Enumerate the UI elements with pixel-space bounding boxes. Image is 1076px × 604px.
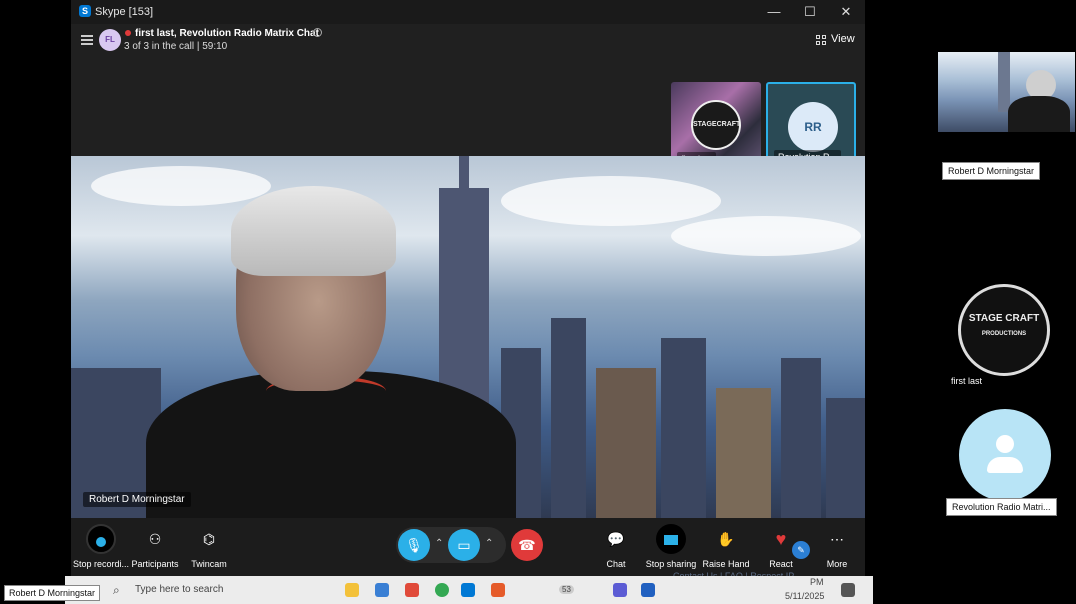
app-icon[interactable] — [345, 583, 359, 597]
stop-sharing-label: Stop sharing — [645, 559, 697, 569]
building — [661, 338, 706, 518]
participant-name-tag: Revolution Radio Matri... — [946, 498, 1057, 516]
hang-up-button[interactable]: ☎ — [511, 529, 543, 561]
notification-icon[interactable] — [841, 583, 855, 597]
twincam-button[interactable]: ⌬ Twincam — [179, 524, 239, 569]
close-button[interactable]: ✕ — [837, 3, 855, 21]
skype-logo-icon: S — [79, 5, 91, 17]
building — [781, 358, 821, 518]
raise-hand-button[interactable]: ✋ Raise Hand — [696, 524, 756, 569]
clock-time: PM — [810, 577, 824, 587]
stagecraft-logo: STAGECRAFT — [691, 100, 741, 150]
logo-subtext: PRODUCTIONS — [981, 331, 1027, 337]
stop-sharing-button[interactable]: Stop sharing — [641, 524, 701, 569]
cloud — [671, 216, 861, 256]
chrome-icon[interactable] — [435, 583, 449, 597]
app-icon[interactable] — [491, 583, 505, 597]
avatar[interactable]: FL — [99, 29, 121, 51]
building — [826, 398, 865, 518]
cloud — [501, 176, 721, 226]
app-icon[interactable] — [641, 583, 655, 597]
call-header: FL first last, Revolution Radio Matrix C… — [71, 24, 865, 172]
record-icon — [86, 524, 116, 554]
badge-count: 53 — [559, 585, 574, 594]
participant-video-robert — [938, 52, 1075, 132]
participants-icon: ⚇ — [148, 531, 162, 547]
building — [596, 368, 656, 518]
avatar: RR — [788, 102, 838, 152]
grid-view-icon[interactable] — [816, 35, 826, 45]
more-label: More — [826, 559, 848, 569]
app-icon[interactable] — [613, 583, 627, 597]
chat-label: Chat — [606, 559, 626, 569]
twincam-icon: ⌬ — [202, 531, 216, 547]
participants-button[interactable]: ⚇ Participants — [125, 524, 185, 569]
skype-taskbar-icon[interactable] — [461, 583, 475, 597]
participant-label-first-last: first last — [951, 376, 983, 386]
more-icon: ⋯ — [830, 531, 844, 547]
clock-date: 5/11/2025 — [785, 591, 825, 601]
taskbar: ⌕ Type here to search 53 PM 5/11/2025 — [65, 576, 873, 604]
title-bar: S Skype [153] — ☐ ✕ — [71, 0, 865, 24]
participants-label: Participants — [131, 559, 179, 569]
view-button[interactable]: View — [831, 33, 855, 45]
chat-button[interactable]: 💬 Chat — [586, 524, 646, 569]
minimize-button[interactable]: — — [765, 3, 783, 21]
microphone-button[interactable]: 🎙 — [398, 529, 430, 561]
cloud — [91, 166, 271, 206]
default-avatar-icon — [959, 409, 1051, 501]
maximize-button[interactable]: ☐ — [801, 3, 819, 21]
more-button[interactable]: ⋯ More — [807, 524, 867, 569]
building — [998, 52, 1010, 112]
call-status: 3 of 3 in the call | 59:10 — [124, 41, 228, 52]
search-icon[interactable]: ⌕ — [113, 583, 120, 598]
app-icon[interactable] — [375, 583, 389, 597]
search-input[interactable]: Type here to search — [135, 584, 223, 595]
person-body — [1008, 96, 1070, 132]
call-title[interactable]: first last, Revolution Radio Matrix Chat — [135, 28, 319, 39]
react-label: React — [769, 559, 793, 569]
settings-icon[interactable] — [313, 28, 322, 37]
raise-hand-label: Raise Hand — [702, 559, 750, 569]
app-icon[interactable] — [405, 583, 419, 597]
call-controls: Stop recordi... ⚇ Participants ⌬ Twincam… — [71, 518, 865, 576]
recording-indicator-icon — [125, 30, 131, 36]
chat-icon: 💬 — [607, 531, 625, 547]
main-video: Robert D Morningstar — [71, 156, 865, 518]
self-name-tag: Robert D Morningstar — [4, 585, 101, 601]
building — [716, 388, 771, 518]
screen-share-icon — [656, 524, 686, 554]
twincam-label: Twincam — [191, 559, 227, 569]
chevron-up-icon[interactable]: ⌃ — [485, 538, 493, 549]
speaker-name-tag: Robert D Morningstar — [83, 492, 191, 507]
stop-recording-label: Stop recordi... — [72, 559, 130, 569]
window-title: Skype [153] — [95, 6, 154, 18]
hand-icon: ✋ — [717, 531, 735, 547]
chevron-up-icon[interactable]: ⌃ — [435, 538, 443, 549]
participant-name-tag: Robert D Morningstar — [942, 162, 1041, 180]
skype-window: S Skype [153] — ☐ ✕ FL first last, Revol… — [71, 0, 865, 576]
stagecraft-logo: STAGE CRAFT PRODUCTIONS — [958, 284, 1050, 376]
camera-button[interactable]: ▭ — [448, 529, 480, 561]
menu-icon[interactable] — [81, 35, 93, 45]
logo-text: STAGE CRAFT — [968, 313, 1040, 324]
person-hair — [231, 186, 396, 276]
stop-recording-button[interactable]: Stop recordi... — [71, 524, 131, 569]
building — [551, 318, 586, 518]
